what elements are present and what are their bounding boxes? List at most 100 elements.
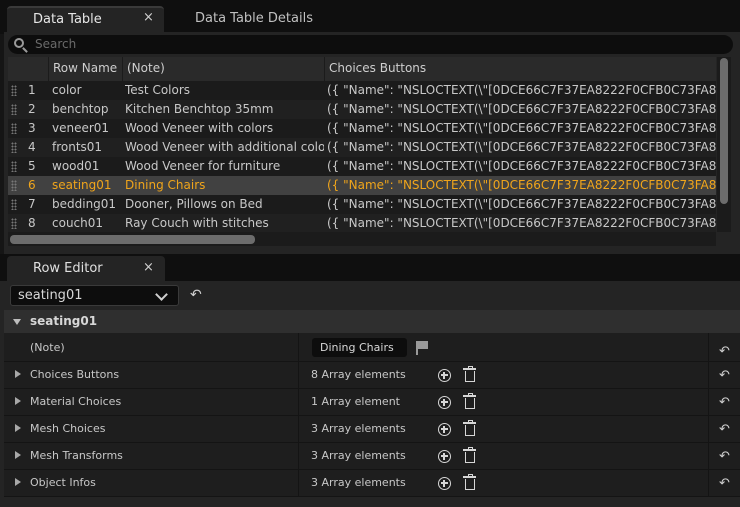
table-horizontal-scroll-thumb[interactable]: [10, 235, 255, 244]
drag-handle-icon[interactable]: [11, 180, 17, 191]
reset-to-default-icon[interactable]: ↶: [719, 444, 730, 470]
row-note: Dining Chairs: [125, 178, 206, 192]
row-index: 2: [28, 102, 36, 116]
tab-row-editor-label: Row Editor: [33, 261, 103, 276]
add-element-icon[interactable]: [438, 423, 451, 436]
table-row[interactable]: 5 wood01 Wood Veneer for furniture ({ "Name…: [8, 157, 716, 176]
table-header: Row Name (Note) Choices Buttons: [8, 57, 716, 81]
column-header-row-name[interactable]: Row Name: [48, 57, 122, 81]
add-element-icon[interactable]: [438, 369, 451, 382]
row-index: 1: [28, 83, 36, 97]
table-row[interactable]: 3 veneer01 Wood Veneer with colors ({ "Name…: [8, 119, 716, 138]
row-select-dropdown[interactable]: seating01: [10, 285, 179, 306]
drag-handle-icon[interactable]: [11, 218, 17, 229]
row-choices-buttons: ({ "Name": "NSLOCTEXT(\"[0DCE66C7F37EA82…: [327, 159, 716, 173]
table-row[interactable]: 7 bedding01 Dooner, Pillows on Bed ({ "Name…: [8, 195, 716, 214]
row-note: Test Colors: [125, 83, 191, 97]
drag-handle-icon[interactable]: [11, 142, 17, 153]
row-index: 6: [28, 178, 36, 192]
table-row[interactable]: 1 color Test Colors ({ "Name": "NSLOCTEXT(\…: [8, 81, 716, 100]
row-name: benchtop: [52, 102, 109, 116]
drag-handle-icon[interactable]: [11, 85, 17, 96]
column-header-choices-buttons[interactable]: Choices Buttons: [324, 57, 716, 81]
table-row[interactable]: 8 couch01 Ray Couch with stitches ({ "Name"…: [8, 214, 716, 232]
expand-arrow-icon[interactable]: [15, 478, 21, 486]
column-divider: [708, 443, 709, 470]
column-divider: [298, 470, 299, 497]
collapse-arrow-icon[interactable]: [13, 319, 21, 325]
property-row[interactable]: Material Choices 1 Array element ↶: [4, 389, 740, 416]
property-label: Mesh Transforms: [30, 449, 123, 462]
column-divider: [298, 389, 299, 416]
close-icon[interactable]: ×: [143, 10, 154, 25]
property-row[interactable]: Mesh Transforms 3 Array elements ↶: [4, 443, 740, 470]
search-placeholder: Search: [35, 37, 77, 51]
row-choices-buttons: ({ "Name": "NSLOCTEXT(\"[0DCE66C7F37EA82…: [327, 83, 716, 97]
reset-to-default-icon[interactable]: ↶: [719, 390, 730, 416]
note-text-field[interactable]: Dining Chairs: [312, 338, 407, 357]
trash-icon[interactable]: [463, 474, 476, 490]
property-value: 1 Array element: [311, 395, 400, 408]
add-element-icon[interactable]: [438, 477, 451, 490]
column-divider: [708, 416, 709, 443]
undo-icon[interactable]: ↶: [190, 287, 202, 303]
property-label: Mesh Choices: [30, 422, 106, 435]
trash-icon[interactable]: [463, 447, 476, 463]
property-row[interactable]: Choices Buttons 8 Array elements ↶: [4, 362, 740, 389]
property-label: Object Infos: [30, 476, 96, 489]
column-divider: [708, 389, 709, 416]
row-index: 5: [28, 159, 36, 173]
property-row[interactable]: Mesh Choices 3 Array elements ↶: [4, 416, 740, 443]
table-vertical-scroll-thumb[interactable]: [720, 58, 728, 204]
trash-icon[interactable]: [463, 420, 476, 436]
column-divider: [708, 470, 709, 497]
expand-arrow-icon[interactable]: [15, 424, 21, 432]
trash-icon[interactable]: [463, 366, 476, 382]
tab-data-table-details[interactable]: Data Table Details: [166, 6, 326, 32]
drag-handle-icon[interactable]: [11, 123, 17, 134]
category-header[interactable]: seating01: [4, 310, 740, 333]
add-element-icon[interactable]: [438, 450, 451, 463]
property-label: (Note): [30, 341, 65, 354]
row-choices-buttons: ({ "Name": "NSLOCTEXT(\"[0DCE66C7F37EA82…: [327, 140, 716, 154]
reset-to-default-icon[interactable]: ↶: [719, 363, 730, 389]
drag-handle-icon[interactable]: [11, 104, 17, 115]
row-name: fronts01: [52, 140, 103, 154]
expand-arrow-icon[interactable]: [15, 451, 21, 459]
tab-row-editor[interactable]: Row Editor: [7, 256, 165, 281]
expand-arrow-icon[interactable]: [15, 397, 21, 405]
close-icon[interactable]: ×: [143, 260, 154, 275]
add-element-icon[interactable]: [438, 396, 451, 409]
expand-arrow-icon[interactable]: [15, 370, 21, 378]
search-input[interactable]: [8, 35, 733, 54]
property-value: 3 Array elements: [311, 476, 406, 489]
table-row[interactable]: 4 fronts01 Wood Veneer with additional col…: [8, 138, 716, 157]
row-name: seating01: [52, 178, 112, 192]
row-note: Wood Veneer with colors: [125, 121, 274, 135]
row-note: Wood Veneer with additional colors: [125, 140, 324, 154]
reset-to-default-icon[interactable]: ↶: [719, 417, 730, 443]
property-row[interactable]: Object Infos 3 Array elements ↶: [4, 470, 740, 497]
drag-handle-icon[interactable]: [11, 199, 17, 210]
category-label: seating01: [30, 314, 98, 328]
search-icon: [14, 38, 24, 48]
property-value: 8 Array elements: [311, 368, 406, 381]
column-divider: [298, 416, 299, 443]
row-choices-buttons: ({ "Name": "NSLOCTEXT(\"[0DCE66C7F37EA82…: [327, 178, 716, 192]
row-note: Wood Veneer for furniture: [125, 159, 281, 173]
tab-data-table[interactable]: Data Table: [7, 6, 164, 32]
table-row[interactable]: 6 seating01 Dining Chairs ({ "Name": "NSLOC…: [8, 176, 716, 195]
column-header-handle: [8, 57, 30, 81]
row-choices-buttons: ({ "Name": "NSLOCTEXT(\"[0DCE66C7F37EA82…: [327, 216, 716, 230]
property-label: Choices Buttons: [30, 368, 120, 381]
trash-icon[interactable]: [463, 393, 476, 409]
drag-handle-icon[interactable]: [11, 161, 17, 172]
reset-to-default-icon[interactable]: ↶: [719, 471, 730, 497]
row-note: Ray Couch with stitches: [125, 216, 269, 230]
table-row[interactable]: 2 benchtop Kitchen Benchtop 35mm ({ "Name":…: [8, 100, 716, 119]
row-name: wood01: [52, 159, 100, 173]
flag-icon[interactable]: [416, 341, 428, 355]
property-value: 3 Array elements: [311, 422, 406, 435]
column-header-note[interactable]: (Note): [122, 57, 324, 81]
row-note: Dooner, Pillows on Bed: [125, 197, 263, 211]
